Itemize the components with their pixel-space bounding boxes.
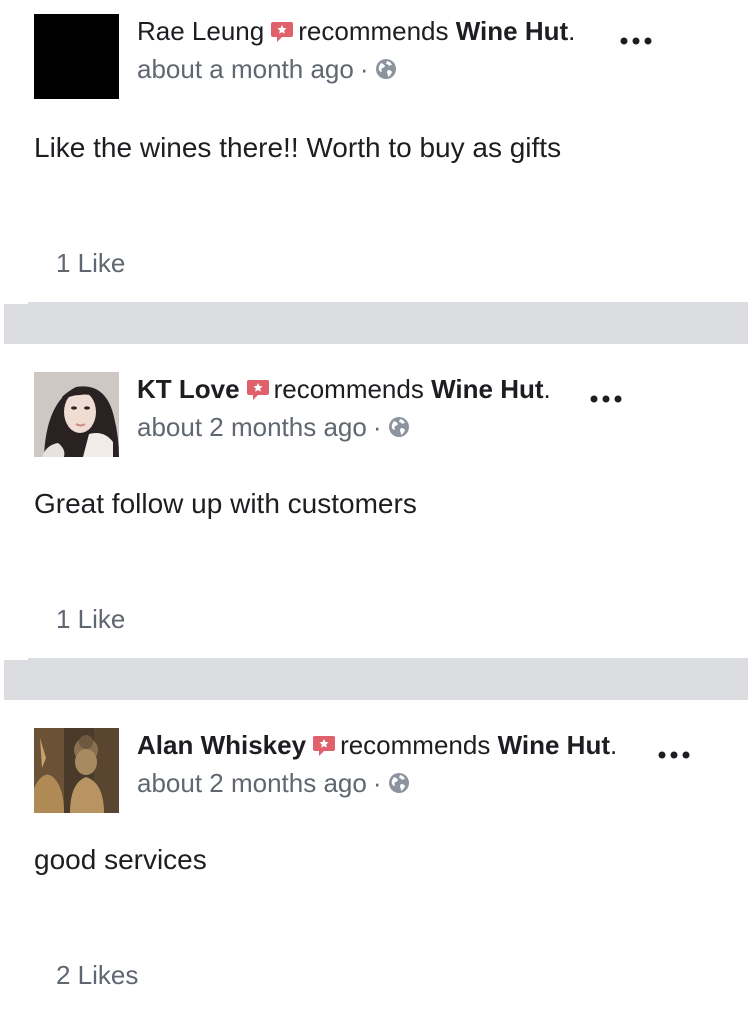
post-separator xyxy=(0,304,748,356)
post-header: Alan Whiskey recommends Wine Hut. xyxy=(137,728,617,762)
more-options-button[interactable] xyxy=(618,22,654,52)
recommend-badge-icon xyxy=(313,736,336,757)
more-options-button[interactable] xyxy=(656,736,692,766)
separator: · xyxy=(372,412,382,442)
author-name[interactable]: Alan Whiskey xyxy=(137,730,306,760)
timestamp[interactable]: about 2 months ago xyxy=(137,768,367,798)
period: . xyxy=(568,16,576,46)
recommends-text: recommends xyxy=(298,16,449,46)
post-text: Great follow up with customers xyxy=(34,488,417,519)
post-meta: about a month ago · xyxy=(137,52,397,86)
period: . xyxy=(610,730,618,760)
recommend-badge-icon xyxy=(246,380,269,401)
post-separator xyxy=(0,660,748,712)
review-post: Rae Leung recommends Wine Hut. about a mo… xyxy=(0,0,748,304)
divider xyxy=(28,658,748,660)
recommend-badge-icon xyxy=(271,22,294,43)
page-name[interactable]: Wine Hut xyxy=(456,16,568,46)
recommends-text: recommends xyxy=(340,730,491,760)
review-post: KT Love recommends Wine Hut. about 2 mont… xyxy=(0,356,748,660)
divider xyxy=(28,302,748,304)
avatar[interactable] xyxy=(34,728,119,813)
page-name[interactable]: Wine Hut xyxy=(431,374,543,404)
globe-icon xyxy=(375,59,396,80)
black-square-avatar xyxy=(34,14,119,99)
author-name[interactable]: Rae Leung xyxy=(137,16,264,46)
post-text: good services xyxy=(34,844,207,875)
more-options-icon xyxy=(620,37,652,45)
more-options-button[interactable] xyxy=(588,380,624,410)
recommends-text: recommends xyxy=(273,374,424,404)
separator: · xyxy=(372,768,382,798)
separator: · xyxy=(359,54,369,84)
author-name[interactable]: KT Love xyxy=(137,374,240,404)
timestamp[interactable]: about a month ago xyxy=(137,54,354,84)
review-post: Alan Whiskey recommends Wine Hut. about 2… xyxy=(0,712,748,1014)
post-meta: about 2 months ago · xyxy=(137,410,410,444)
post-text: Like the wines there!! Worth to buy as g… xyxy=(34,132,562,163)
timestamp[interactable]: about 2 months ago xyxy=(137,412,367,442)
post-meta: about 2 months ago · xyxy=(137,766,410,800)
avatar[interactable] xyxy=(34,14,119,99)
like-count[interactable]: 1 Like xyxy=(56,246,125,280)
more-options-icon xyxy=(590,395,622,403)
like-count[interactable]: 1 Like xyxy=(56,602,125,636)
globe-icon xyxy=(388,417,409,438)
page-name[interactable]: Wine Hut xyxy=(498,730,610,760)
avatar[interactable] xyxy=(34,372,119,457)
buddha-statue-avatar xyxy=(34,728,119,813)
post-header: KT Love recommends Wine Hut. xyxy=(137,372,551,406)
portrait-photo-avatar xyxy=(34,372,119,457)
globe-icon xyxy=(388,773,409,794)
post-header: Rae Leung recommends Wine Hut. xyxy=(137,14,575,48)
like-count[interactable]: 2 Likes xyxy=(56,958,138,992)
more-options-icon xyxy=(658,751,690,759)
period: . xyxy=(543,374,551,404)
